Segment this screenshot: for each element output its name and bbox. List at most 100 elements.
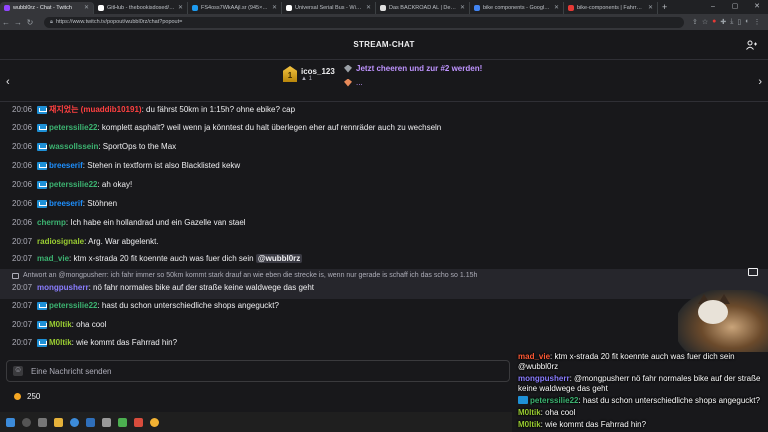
prime-badge-icon[interactable] xyxy=(37,180,47,189)
chat-bubble-icon[interactable] xyxy=(748,268,758,276)
maximize-icon[interactable]: ▢ xyxy=(724,0,746,14)
tab-close-icon[interactable]: ✕ xyxy=(554,4,559,11)
prime-badge-icon[interactable] xyxy=(37,123,47,132)
message-timestamp: 20:07 xyxy=(12,283,33,292)
new-tab-button[interactable]: + xyxy=(662,2,667,12)
star-icon[interactable]: ☆ xyxy=(702,18,708,26)
message-username[interactable]: radiosignale xyxy=(37,237,84,246)
message-timestamp: 20:07 xyxy=(12,301,33,310)
message-timestamp: 20:06 xyxy=(12,199,33,208)
leader-bits-value: 1 xyxy=(308,75,312,82)
menu-icon[interactable]: ⋮ xyxy=(753,18,760,26)
tab-close-icon[interactable]: ✕ xyxy=(84,4,89,11)
chevron-right-icon[interactable]: › xyxy=(758,76,762,88)
tab-close-icon[interactable]: ✕ xyxy=(460,4,465,11)
message-username[interactable]: peterssilie22 xyxy=(49,123,97,132)
minimize-icon[interactable]: – xyxy=(702,0,724,14)
prime-badge-icon[interactable] xyxy=(37,142,47,151)
browser-tab[interactable]: wubbl0rz - Chat - Twitch ✕ xyxy=(0,1,94,14)
app-icon[interactable] xyxy=(118,417,127,427)
browser-tab-strip: wubbl0rz - Chat - Twitch ✕ GitHub - theboo… xyxy=(0,0,768,14)
message-username[interactable]: breeserif xyxy=(49,161,83,170)
forward-icon[interactable]: → xyxy=(12,18,24,27)
favicon-icon xyxy=(568,4,574,11)
tab-close-icon[interactable]: ✕ xyxy=(648,4,653,11)
chat-title: STREAM-CHAT xyxy=(353,40,415,49)
sidepanel-icon[interactable]: ▯ xyxy=(737,18,741,26)
message-username[interactable]: mad_vie xyxy=(37,254,69,263)
explorer-icon[interactable] xyxy=(54,417,63,427)
message-timestamp: 20:07 xyxy=(12,320,33,329)
browser-tab[interactable]: bike components - Google Sear...✕ xyxy=(470,1,564,14)
reply-context-text: Antwort an @mongpusherr: ich fahr immer … xyxy=(23,272,478,279)
start-icon[interactable] xyxy=(6,417,15,427)
prime-badge-icon[interactable] xyxy=(37,320,47,329)
message-username[interactable]: 재지었는 (muaddib10191) xyxy=(49,104,142,115)
message-username[interactable]: wassollssein xyxy=(49,142,98,151)
chat-message: 20:07 M0ltik: wie kommt das Fahrrad hin? xyxy=(12,338,177,347)
message-mention[interactable]: @wubbl0rz xyxy=(255,254,303,263)
message-username[interactable]: M0ltik xyxy=(49,320,72,329)
browser-tab[interactable]: Universal Serial Bus - Wikipedia✕ xyxy=(282,1,376,14)
search-icon[interactable] xyxy=(22,417,31,427)
message-text: : komplett asphalt? weil wenn ja könntes… xyxy=(97,123,442,132)
reply-context[interactable]: Antwort an @mongpusherr: ich fahr immer … xyxy=(12,272,477,279)
prime-badge-icon[interactable] xyxy=(37,161,47,170)
message-username[interactable]: mongpusherr xyxy=(37,283,89,292)
emote-picker-icon[interactable] xyxy=(13,365,23,376)
message-username[interactable]: breeserif xyxy=(49,199,83,208)
puzzle-icon[interactable]: ✚ xyxy=(720,18,726,26)
app-icon[interactable] xyxy=(102,417,111,427)
message-username[interactable]: peterssilie22 xyxy=(49,180,97,189)
chat-message: 20:07 mad_vie: ktm x-strada 20 fit koennt… xyxy=(12,254,303,263)
message-text: : SportOps to the Max xyxy=(98,142,177,151)
prime-badge-icon[interactable] xyxy=(37,105,47,114)
back-icon[interactable]: ← xyxy=(0,18,12,27)
app-icon[interactable] xyxy=(86,417,95,427)
overlay-message: M0ltik: oha cool xyxy=(518,408,766,418)
download-icon[interactable]: ⤓ xyxy=(730,18,733,26)
cheer-cta[interactable]: Jetzt cheeren und zur #2 werden! xyxy=(344,64,482,73)
browser-tab[interactable]: bike-components | Fahrradteile...✕ xyxy=(564,1,658,14)
favicon-icon xyxy=(380,4,386,11)
app-icon[interactable] xyxy=(134,417,143,427)
url-text: https://www.twitch.tv/popout/wubbl0rz/ch… xyxy=(55,18,183,25)
users-icon[interactable] xyxy=(746,40,758,50)
url-field[interactable]: 🔒︎ https://www.twitch.tv/popout/wubbl0rz… xyxy=(44,16,684,28)
tab-close-icon[interactable]: ✕ xyxy=(178,4,183,11)
overlay-text: : wie kommt das Fahrrad hin? xyxy=(540,420,647,429)
message-timestamp: 20:06 xyxy=(12,161,33,170)
edge-icon[interactable] xyxy=(70,417,79,427)
share-icon[interactable]: ⇪ xyxy=(692,18,698,26)
prime-badge-icon[interactable] xyxy=(37,338,47,347)
message-username[interactable]: peterssilie22 xyxy=(49,301,97,310)
bits-leaderboard: ‹ › 1 icos_123 ▲ 1 Jetzt cheeren und zur… xyxy=(0,60,768,102)
message-text: : Arg. War abgelenkt. xyxy=(84,237,159,246)
extension-icons: ⇪ ☆ ● ✚ ⤓ ▯ ◐ ⋮ xyxy=(692,18,760,26)
leader-entry[interactable]: 1 icos_123 ▲ 1 xyxy=(283,66,335,82)
channel-points[interactable]: 250 xyxy=(14,392,40,401)
chrome-icon[interactable] xyxy=(150,417,159,427)
chat-input[interactable]: Eine Nachricht senden xyxy=(6,360,510,382)
browser-tab[interactable]: Das BACKROAD AL | Dein Allr...✕ xyxy=(376,1,470,14)
chevron-left-icon[interactable]: ‹ xyxy=(6,76,10,88)
tab-close-icon[interactable]: ✕ xyxy=(366,4,371,11)
cheer-cta-text: Jetzt cheeren und zur #2 werden! xyxy=(356,64,483,73)
tab-close-icon[interactable]: ✕ xyxy=(272,4,277,11)
message-username[interactable]: chermp xyxy=(37,218,66,227)
record-icon[interactable]: ● xyxy=(712,18,716,26)
gem-icon xyxy=(344,78,352,87)
prime-badge-icon[interactable] xyxy=(37,301,47,310)
close-icon[interactable]: ✕ xyxy=(746,0,768,14)
browser-tab[interactable]: GitHub - thebookisdosed/Vibr...✕ xyxy=(94,1,188,14)
reload-icon[interactable]: ↻ xyxy=(24,18,36,27)
prime-badge-icon[interactable] xyxy=(37,199,47,208)
profile-icon[interactable]: ◐ xyxy=(745,18,749,26)
task-view-icon[interactable] xyxy=(38,417,47,427)
chat-message: 20:06 재지었는 (muaddib10191): du fährst 50km… xyxy=(12,104,295,115)
overlay-username: mongpusherr xyxy=(518,374,570,383)
message-text: : Stehen in textform ist also Blackliste… xyxy=(82,161,241,170)
overlay-text: : hast du schon unterschiedliche shops a… xyxy=(578,396,760,405)
browser-tab[interactable]: FS4oss7WkAAjl.sr (945×2048) ✕ xyxy=(188,1,282,14)
message-username[interactable]: M0ltik xyxy=(49,338,72,347)
